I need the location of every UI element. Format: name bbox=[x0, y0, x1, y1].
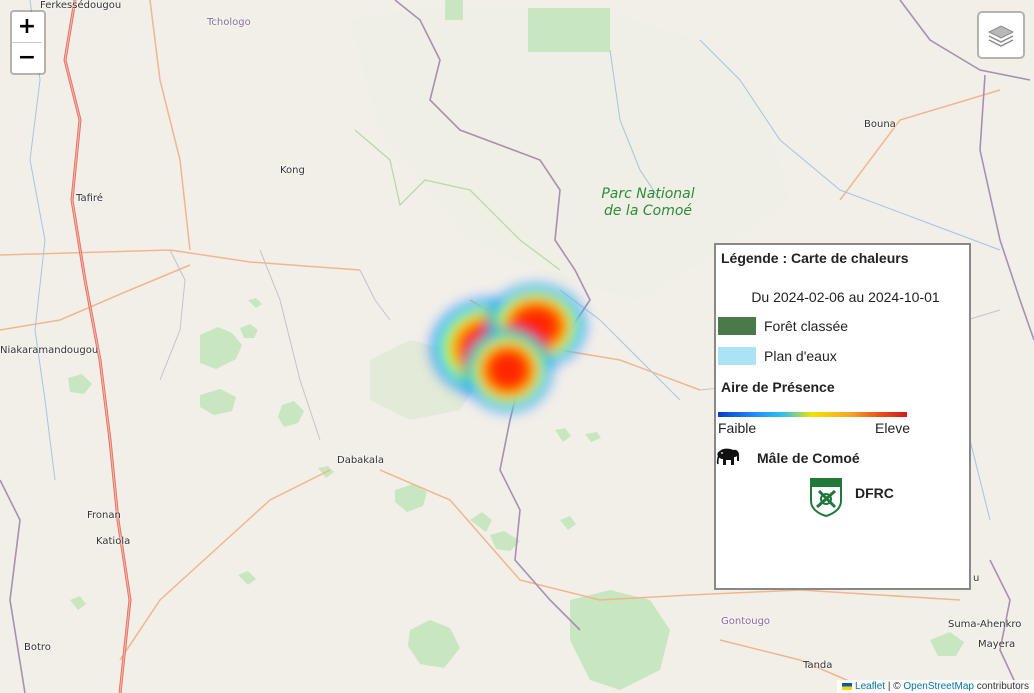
place-label: Mayera bbox=[978, 639, 1016, 650]
attribution-separator: | © bbox=[885, 681, 904, 692]
place-label: Botro bbox=[24, 642, 51, 653]
park-label-line2: de la Comoé bbox=[603, 203, 693, 219]
zoom-in-button[interactable]: + bbox=[12, 12, 42, 43]
place-label: Dabakala bbox=[337, 455, 384, 466]
dfrc-logo-icon bbox=[810, 478, 842, 517]
water-label: Plan d'eaux bbox=[764, 348, 837, 364]
osm-link[interactable]: OpenStreetMap bbox=[903, 681, 974, 692]
place-label: Niakaramandougou bbox=[0, 345, 99, 356]
place-label: Tafiré bbox=[76, 193, 103, 204]
leaflet-link[interactable]: Leaflet bbox=[855, 681, 885, 692]
park-label-line1: Parc National bbox=[601, 186, 695, 202]
legend-title: Légende : Carte de chaleurs bbox=[721, 250, 909, 266]
org-label: DFRC bbox=[855, 485, 894, 501]
presence-title: Aire de Présence bbox=[721, 379, 835, 395]
zoom-control: + − bbox=[10, 10, 46, 75]
forest-swatch bbox=[718, 317, 756, 335]
attribution-contributors: contributors bbox=[973, 681, 1029, 692]
gradient-low-label: Faible bbox=[718, 420, 757, 436]
forest-label: Forêt classée bbox=[764, 318, 849, 334]
place-label: Gontougo bbox=[721, 616, 771, 627]
place-label: Tchologo bbox=[207, 17, 251, 28]
water-swatch bbox=[718, 347, 756, 365]
heat-gradient-bar bbox=[718, 412, 907, 417]
zoom-out-button[interactable]: − bbox=[12, 43, 42, 73]
place-label: Ferkessédougou bbox=[40, 0, 122, 11]
place-label: Kong bbox=[280, 165, 305, 176]
place-label: u bbox=[973, 573, 980, 584]
place-label: Fronan bbox=[87, 510, 121, 521]
park-label: Parc National de la Comoé bbox=[598, 186, 698, 220]
animal-label: Mâle de Comoé bbox=[757, 450, 860, 466]
elephant-icon bbox=[716, 448, 739, 465]
ukraine-flag-icon bbox=[842, 682, 853, 690]
place-label: Tanda bbox=[803, 660, 833, 671]
layers-icon bbox=[987, 25, 1015, 47]
map-attribution: Leaflet | © OpenStreetMap contributors bbox=[837, 680, 1034, 693]
map-legend: Légende : Carte de chaleurs Du 2024-02-0… bbox=[714, 243, 971, 590]
layers-control-button[interactable] bbox=[977, 11, 1025, 59]
legend-date-range: Du 2024-02-06 au 2024-10-01 bbox=[751, 289, 940, 305]
place-label: Bouna bbox=[864, 119, 896, 130]
place-label: Suma-Ahenkro bbox=[948, 619, 1022, 630]
place-label: Katiola bbox=[96, 536, 131, 547]
gradient-high-label: Eleve bbox=[875, 420, 911, 436]
